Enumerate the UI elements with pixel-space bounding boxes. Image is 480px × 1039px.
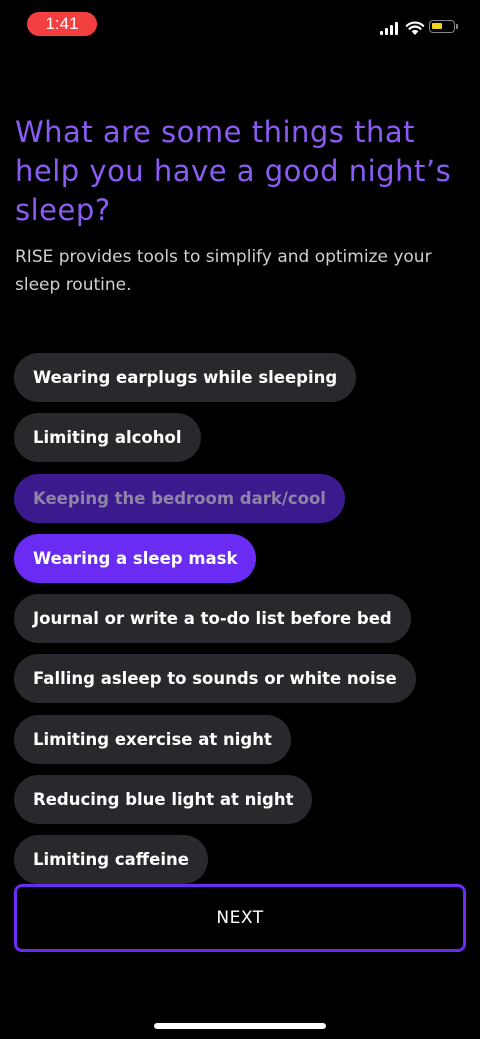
question-subtitle: RISE provides tools to simplify and opti… [15, 247, 432, 295]
option-limiting-alcohol[interactable]: Limiting alcohol [14, 413, 201, 463]
option-wearing-earplugs[interactable]: Wearing earplugs while sleeping [14, 353, 357, 402]
option-sleep-mask[interactable]: Wearing a sleep mask [14, 533, 257, 583]
option-reducing-blue-light[interactable]: Reducing blue light at night [14, 775, 313, 825]
option-sounds-white-noise[interactable]: Falling asleep to sounds or white noise [14, 654, 416, 704]
battery-icon [429, 20, 455, 33]
options-list: Wearing earplugs while sleeping Limiting… [14, 353, 466, 896]
next-button[interactable]: NEXT [14, 884, 466, 952]
wifi-icon [405, 21, 425, 35]
option-journal-todo-list[interactable]: Journal or write a to-do list before bed [14, 594, 411, 644]
option-bedroom-dark-cool[interactable]: Keeping the bedroom dark/cool [14, 473, 345, 523]
home-indicator[interactable] [154, 1023, 326, 1029]
battery-tip [456, 24, 458, 29]
question-title: What are some things that help you have … [15, 115, 452, 227]
battery-level [432, 23, 442, 29]
option-limiting-caffeine[interactable]: Limiting caffeine [14, 835, 208, 885]
status-time: 1:41 [27, 12, 97, 36]
cellular-signal-icon [380, 22, 400, 35]
option-limiting-exercise[interactable]: Limiting exercise at night [14, 714, 291, 764]
status-bar: 1:41 [0, 0, 480, 48]
